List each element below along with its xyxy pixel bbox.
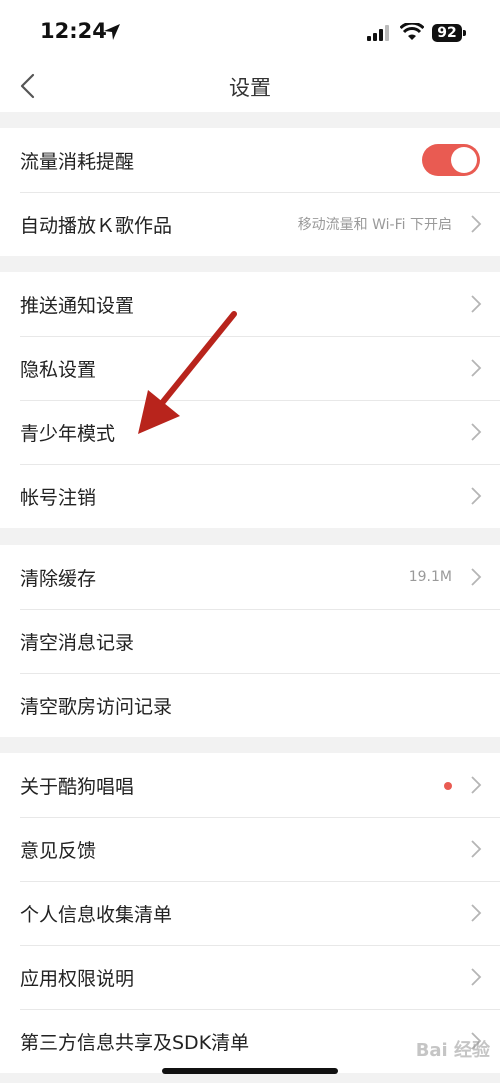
battery-tip (463, 30, 466, 36)
row-feedback[interactable]: 意见反馈 (0, 817, 500, 881)
row-label: 清空歌房访问记录 (20, 695, 173, 718)
status-time: 12:24 (40, 19, 107, 43)
row-label: 推送通知设置 (20, 294, 135, 317)
home-indicator[interactable] (162, 1068, 338, 1074)
row-label: 个人信息收集清单 (20, 903, 173, 926)
settings-group-network: 流量消耗提醒 自动播放Ｋ歌作品 移动流量和 Wi-Fi 下开启 (0, 128, 500, 256)
row-data-usage-reminder: 流量消耗提醒 (0, 128, 500, 192)
chevron-right-icon (471, 776, 482, 794)
row-value: 移动流量和 Wi-Fi 下开启 (297, 217, 452, 233)
chevron-right-icon (471, 295, 482, 313)
row-autoplay[interactable]: 自动播放Ｋ歌作品 移动流量和 Wi-Fi 下开启 (0, 192, 500, 256)
row-label: 清除缓存 (20, 567, 97, 590)
row-value: 19.1M (408, 569, 452, 585)
row-teen-mode[interactable]: 青少年模式 (0, 400, 500, 464)
row-personal-info-list[interactable]: 个人信息收集清单 (0, 881, 500, 945)
row-label: 关于酷狗唱唱 (20, 775, 135, 798)
row-label: 清空消息记录 (20, 631, 135, 654)
cellular-signal-icon (367, 25, 389, 41)
row-clear-messages[interactable]: 清空消息记录 (0, 609, 500, 673)
row-label: 应用权限说明 (20, 967, 135, 990)
row-label: 自动播放Ｋ歌作品 (20, 214, 173, 237)
toggle-knob (451, 147, 477, 173)
page-title: 设置 (229, 76, 271, 100)
watermark: Bai 经验 (415, 1040, 490, 1061)
settings-group-storage: 清除缓存 19.1M 清空消息记录 清空歌房访问记录 (0, 545, 500, 737)
row-clear-room-history[interactable]: 清空歌房访问记录 (0, 673, 500, 737)
chevron-right-icon (471, 423, 482, 441)
settings-group-about: 关于酷狗唱唱 意见反馈 个人信息收集清单 应用权限说明 第三方信息共享及SDK清… (0, 753, 500, 1073)
new-badge-dot (444, 782, 452, 790)
chevron-right-icon (471, 840, 482, 858)
row-label: 青少年模式 (20, 422, 116, 445)
chevron-right-icon (471, 487, 482, 505)
data-usage-toggle[interactable] (422, 144, 480, 176)
row-about[interactable]: 关于酷狗唱唱 (0, 753, 500, 817)
row-privacy[interactable]: 隐私设置 (0, 336, 500, 400)
wifi-icon (400, 23, 424, 40)
row-delete-account[interactable]: 帐号注销 (0, 464, 500, 528)
location-arrow-icon (104, 24, 120, 40)
battery-indicator: 92 (432, 24, 462, 42)
status-bar: 12:24 92 (0, 0, 500, 60)
settings-group-account: 推送通知设置 隐私设置 青少年模式 帐号注销 (0, 272, 500, 528)
row-label: 第三方信息共享及SDK清单 (20, 1031, 250, 1054)
nav-bar: 设置 (0, 60, 500, 112)
chevron-right-icon (471, 215, 482, 233)
chevron-right-icon (471, 568, 482, 586)
chevron-right-icon (471, 359, 482, 377)
row-label: 帐号注销 (20, 486, 97, 509)
row-clear-cache[interactable]: 清除缓存 19.1M (0, 545, 500, 609)
row-permissions[interactable]: 应用权限说明 (0, 945, 500, 1009)
row-label: 隐私设置 (20, 358, 97, 381)
row-label: 意见反馈 (20, 839, 97, 862)
chevron-right-icon (471, 904, 482, 922)
row-push-notifications[interactable]: 推送通知设置 (0, 272, 500, 336)
chevron-right-icon (471, 968, 482, 986)
row-label: 流量消耗提醒 (20, 150, 135, 173)
